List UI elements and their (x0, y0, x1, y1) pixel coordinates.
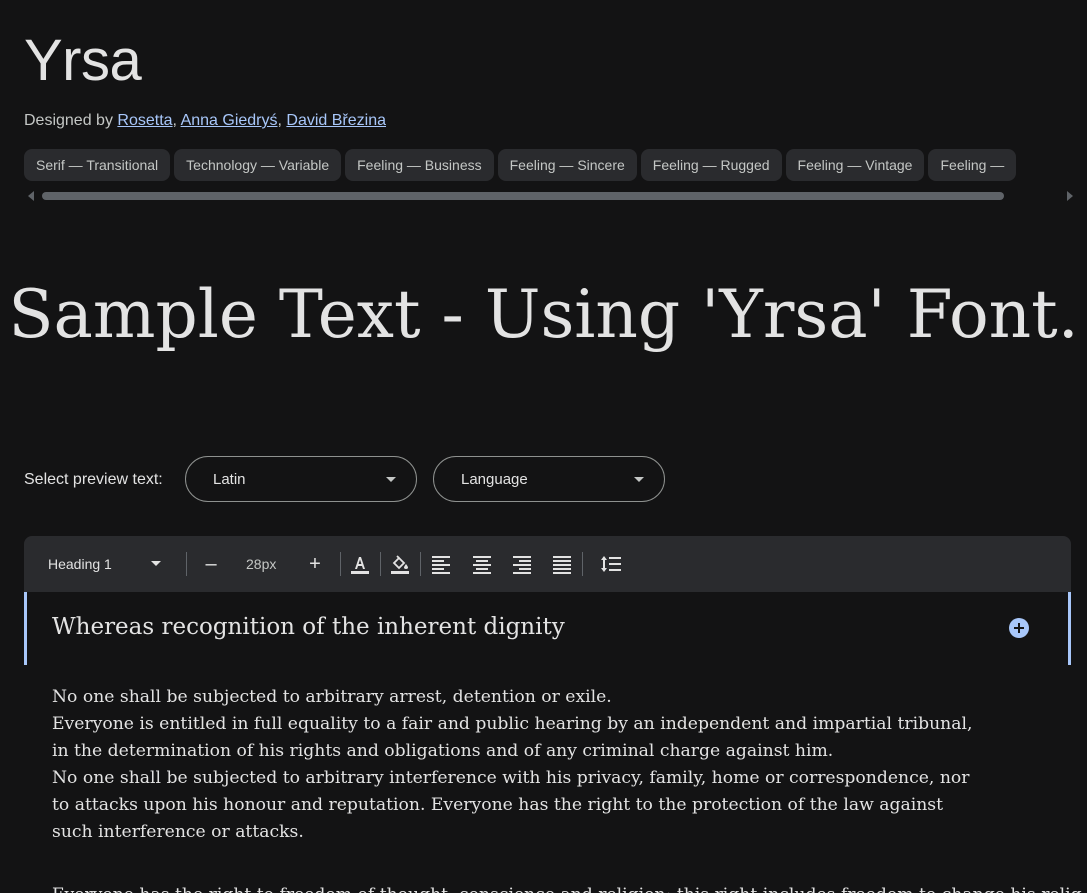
toolbar-divider (340, 552, 341, 576)
align-right-icon[interactable] (510, 552, 534, 576)
highlight-color-icon[interactable] (388, 552, 412, 576)
tag-chip-list: Serif — Transitional Technology — Variabl… (24, 149, 1087, 181)
chevron-down-icon (386, 477, 396, 482)
text-style-select[interactable]: Heading 1 (48, 553, 112, 575)
toolbar-divider (420, 552, 421, 576)
hero-sample-text: Sample Text - Using 'Yrsa' Font. (8, 276, 1079, 353)
script-select-value: Latin (213, 471, 246, 488)
scroll-left-arrow-icon[interactable] (28, 191, 34, 201)
paragraph-line: to attacks upon his honour and reputatio… (52, 795, 944, 815)
paragraph-line: Everyone is entitled in full equality to… (52, 714, 973, 734)
font-specimen-page: Yrsa Designed by Rosetta, Anna Giedryś, … (0, 0, 1087, 893)
scrollbar-thumb[interactable] (42, 192, 1004, 200)
tag-scrollbar[interactable] (24, 188, 1073, 204)
tag-chip[interactable]: Feeling — Sincere (497, 149, 637, 181)
add-circle-icon[interactable] (1009, 618, 1029, 638)
language-select-value: Language (461, 471, 528, 488)
designer-link-rosetta[interactable]: Rosetta (117, 112, 172, 129)
editor-next-paragraph[interactable]: Everyone has the right to freedom of tho… (52, 882, 1082, 893)
designer-separator: , (277, 112, 282, 129)
chevron-down-icon (634, 477, 644, 482)
text-color-icon[interactable] (348, 552, 372, 576)
designer-credits: Designed by Rosetta, Anna Giedryś, David… (24, 110, 386, 132)
language-select[interactable]: Language (433, 456, 665, 502)
editor-toolbar: Heading 1 – 28px + (24, 536, 1071, 592)
tag-chip[interactable]: Feeling — Rugged (640, 149, 782, 181)
toolbar-divider (380, 552, 381, 576)
font-size-value[interactable]: 28px (246, 553, 276, 575)
designer-separator: , (172, 112, 177, 129)
decrease-size-button[interactable]: – (202, 550, 220, 578)
font-title: Yrsa (24, 28, 142, 93)
paragraph-line: in the determination of his rights and o… (52, 741, 834, 761)
chevron-down-icon[interactable] (151, 561, 161, 566)
line-height-icon[interactable] (599, 552, 623, 576)
tag-chip[interactable]: Feeling — (928, 149, 1017, 181)
toolbar-divider (186, 552, 187, 576)
paragraph-line: such interference or attacks. (52, 822, 304, 842)
scroll-right-arrow-icon[interactable] (1067, 191, 1073, 201)
align-center-icon[interactable] (470, 552, 494, 576)
designed-by-label: Designed by (24, 112, 113, 129)
paragraph-line: No one shall be subjected to arbitrary a… (52, 687, 612, 707)
tag-chip[interactable]: Serif — Transitional (24, 149, 171, 181)
toolbar-divider (582, 552, 583, 576)
editor-heading-text[interactable]: Whereas recognition of the inherent dign… (52, 610, 565, 644)
editor-heading-block[interactable]: Whereas recognition of the inherent dign… (24, 592, 1071, 665)
preview-text-label: Select preview text: (24, 471, 163, 488)
designer-link-anna-giedrys[interactable]: Anna Giedryś (181, 112, 278, 129)
align-left-icon[interactable] (429, 552, 453, 576)
paragraph-line: No one shall be subjected to arbitrary i… (52, 768, 970, 788)
editor-paragraph[interactable]: No one shall be subjected to arbitrary a… (52, 684, 982, 846)
tag-chip[interactable]: Feeling — Business (345, 149, 494, 181)
tag-chip[interactable]: Feeling — Vintage (785, 149, 925, 181)
increase-size-button[interactable]: + (304, 550, 326, 578)
tag-chip[interactable]: Technology — Variable (174, 149, 342, 181)
align-justify-icon[interactable] (550, 552, 574, 576)
script-select[interactable]: Latin (185, 456, 417, 502)
designer-link-david-brezina[interactable]: David Březina (286, 112, 386, 129)
